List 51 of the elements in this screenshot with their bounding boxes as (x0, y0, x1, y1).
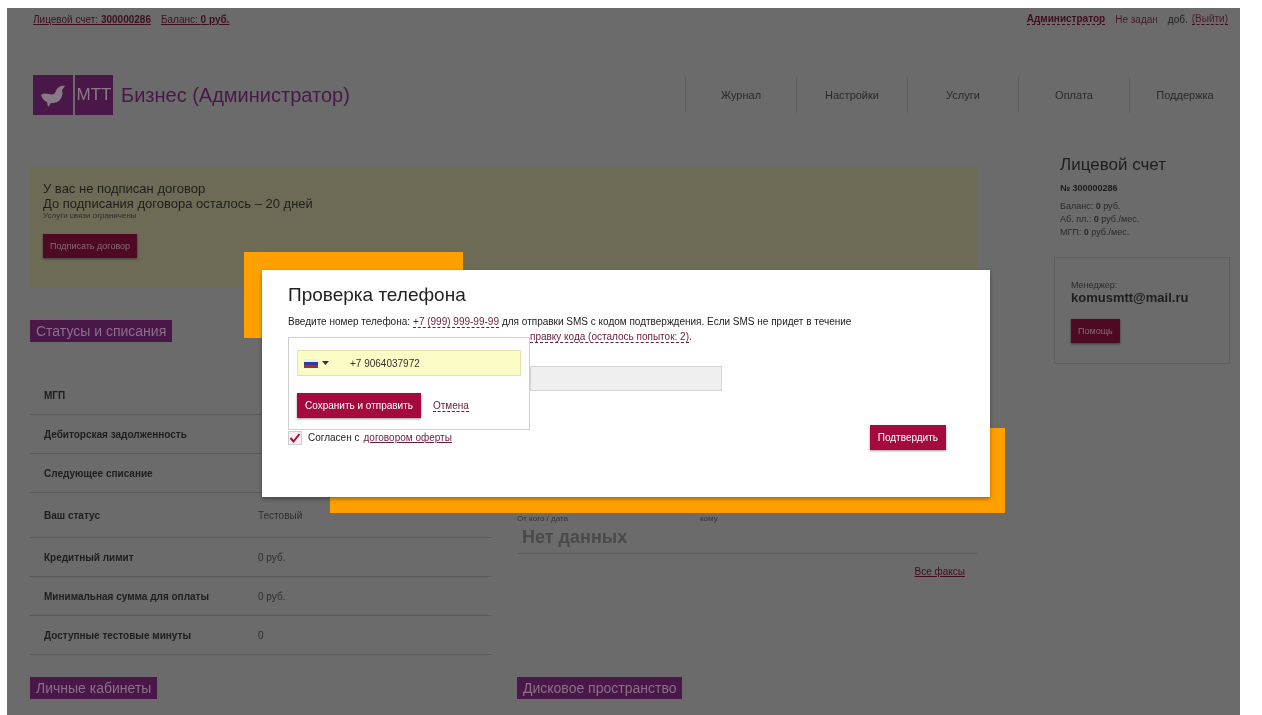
row-label: Следующее списание (43, 467, 154, 479)
phone-status: Не задан (1115, 13, 1158, 25)
role-link[interactable]: Администратор (1026, 13, 1106, 25)
dialog-title: Проверка телефона (288, 284, 467, 306)
notice-text: У вас не подписан договор (43, 181, 207, 196)
section-heading: Личные кабинеты (30, 677, 158, 699)
bird-logo-icon (33, 75, 73, 115)
all-faxes-link[interactable]: Все факсы (914, 566, 965, 577)
dialog-text: Введите номер телефона: (288, 316, 411, 328)
site-title: Бизнес (Администратор) (121, 83, 350, 107)
account-detail: МГП: 0 руб./мес. (1060, 226, 1131, 239)
logo-text: МТТ (75, 75, 113, 115)
row-label: Дебиторская задолженность (43, 428, 188, 440)
sign-contract-button[interactable]: Подписать договор (43, 234, 138, 258)
agree-text: Согласен с (308, 432, 360, 443)
phone-input-field[interactable]: +7 9064037972 (297, 350, 521, 376)
save-and-send-button[interactable]: Сохранить и отправить (297, 393, 421, 418)
account-number: № 300000286 (1060, 183, 1119, 193)
nav-link[interactable]: Поддержка (1129, 77, 1240, 113)
row-label: Минимальная сумма для оплаты (43, 590, 210, 602)
notice-text: До подписания договора осталось – 20 дней (43, 196, 314, 211)
help-button[interactable]: Помощь (1071, 319, 1120, 343)
section-heading: Дисковое пространство (517, 677, 683, 699)
row-value: Тестовый (258, 509, 303, 521)
nav-link[interactable]: Журнал (685, 77, 796, 113)
nav-link[interactable]: Оплата (1018, 77, 1129, 113)
account-title: Лицевой счет (1060, 155, 1167, 175)
dialog-text: для отправки SMS с кодом подтверждения. Если SMS не придет в течение (501, 316, 852, 328)
code-input-field[interactable] (530, 366, 722, 391)
dialog-text: . (689, 331, 692, 342)
account-link[interactable]: Лицевой счет: 300000286 (33, 13, 151, 25)
resend-link[interactable]: правку кода (осталось попыток: 2) (530, 331, 689, 343)
nav-link[interactable]: Услуги (907, 77, 1018, 113)
manager-email: komusmtt@mail.ru (1071, 290, 1190, 305)
balance-link[interactable]: Баланс: 0 руб. (161, 13, 230, 25)
agree-checkbox[interactable] (288, 430, 302, 445)
caret-icon (322, 361, 329, 365)
logout-link[interactable]: (Выйти) (1191, 13, 1228, 25)
row-label: Ваш статус (43, 509, 101, 521)
manager-label: Менеджер: (1071, 280, 1119, 290)
row-label: Кредитный лимит (43, 551, 135, 563)
flag-icon (304, 358, 318, 368)
nav-link[interactable]: Настройки (796, 77, 907, 113)
cancel-link[interactable]: Отмена (433, 399, 469, 412)
row-label: МГП (43, 389, 67, 401)
section-heading: Статусы и списания (30, 320, 173, 342)
phone-link[interactable]: +7 (999) 999-99-99 (413, 316, 499, 328)
row-label: Доступные тестовые минуты (43, 629, 192, 641)
offer-link[interactable]: договором оферты (363, 432, 452, 443)
extension-label: доб. (1167, 13, 1188, 25)
confirm-button[interactable]: Подтвердить (869, 425, 946, 450)
